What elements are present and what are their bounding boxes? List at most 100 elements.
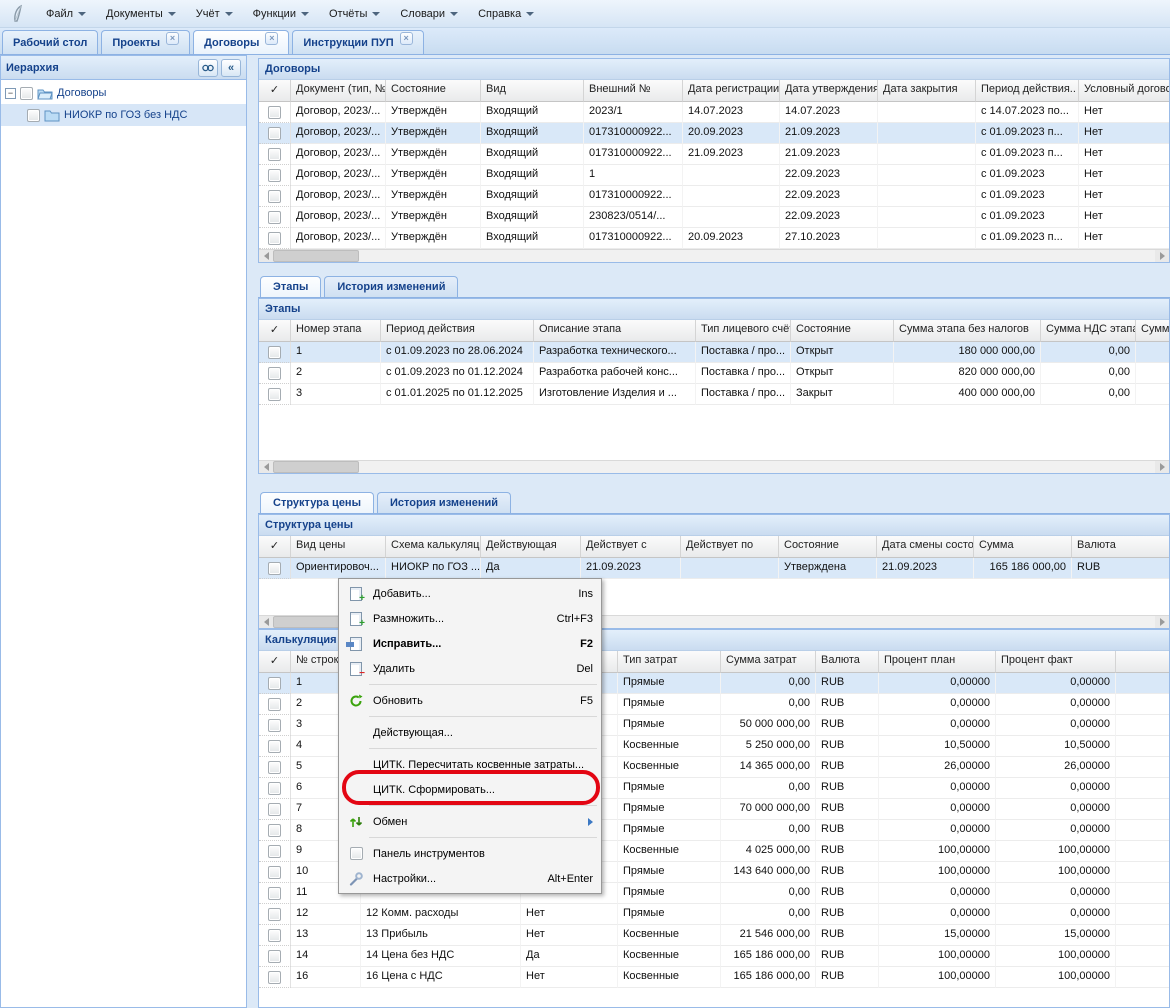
menu-item-citk-recalc[interactable]: ЦИТК. Пересчитать косвенные затраты... — [339, 752, 601, 777]
column-header[interactable]: Действующая — [481, 536, 581, 558]
tab-contracts[interactable]: Договоры× — [193, 30, 289, 54]
scrollbar-thumb[interactable] — [273, 461, 359, 473]
menu-item-refresh[interactable]: Обновить F5 — [339, 688, 601, 713]
column-header[interactable]: Действует по — [681, 536, 779, 558]
menu-accounting[interactable]: Учёт — [186, 4, 243, 24]
column-header[interactable]: Валюта — [816, 651, 879, 673]
row-checkbox[interactable] — [268, 232, 281, 245]
row-checkbox[interactable] — [268, 866, 281, 879]
menu-item-duplicate[interactable]: Размножить... Ctrl+F3 — [339, 606, 601, 631]
column-header[interactable]: Дата смены состоя — [877, 536, 974, 558]
table-row[interactable]: Договор, 2023/...УтверждёнВходящий122.09… — [259, 165, 1169, 186]
select-all-header[interactable]: ✓ — [259, 320, 291, 342]
row-checkbox[interactable] — [268, 908, 281, 921]
menu-item-toolbar[interactable]: Панель инструментов — [339, 841, 601, 866]
row-checkbox[interactable] — [268, 929, 281, 942]
row-checkbox[interactable] — [268, 824, 281, 837]
column-header[interactable]: Тип лицевого счёт — [696, 320, 791, 342]
close-icon[interactable]: × — [265, 32, 278, 45]
tree-checkbox[interactable] — [27, 109, 40, 122]
column-header[interactable]: Состояние — [791, 320, 894, 342]
row-checkbox[interactable] — [268, 845, 281, 858]
column-header[interactable]: Период действия — [381, 320, 534, 342]
table-row[interactable]: 2с 01.09.2023 по 01.12.2024Разработка ра… — [259, 363, 1169, 384]
row-checkbox[interactable] — [268, 388, 281, 401]
column-header[interactable]: Состояние — [779, 536, 877, 558]
column-header[interactable]: Схема калькуляци — [386, 536, 481, 558]
sidebar-splitter[interactable] — [247, 55, 258, 1008]
menu-item-citk-form[interactable]: ЦИТК. Сформировать... — [339, 777, 601, 802]
table-row[interactable]: 1616 Цена с НДСНетКосвенные165 186 000,0… — [259, 967, 1169, 988]
column-header[interactable]: Сумма этапа без налогов — [894, 320, 1041, 342]
close-icon[interactable]: × — [166, 32, 179, 45]
menu-file[interactable]: Файл — [36, 4, 96, 24]
row-checkbox[interactable] — [268, 106, 281, 119]
row-checkbox[interactable] — [268, 346, 281, 359]
table-row[interactable]: Договор, 2023/...УтверждёнВходящий017310… — [259, 228, 1169, 249]
table-row[interactable]: Договор, 2023/...УтверждёнВходящий2023/1… — [259, 102, 1169, 123]
row-checkbox[interactable] — [268, 761, 281, 774]
row-checkbox[interactable] — [268, 740, 281, 753]
table-row[interactable]: Договор, 2023/...УтверждёнВходящий230823… — [259, 207, 1169, 228]
scroll-right-icon[interactable] — [1155, 461, 1169, 473]
menu-reports[interactable]: Отчёты — [319, 4, 390, 24]
tab-desktop[interactable]: Рабочий стол — [2, 30, 98, 54]
column-header[interactable]: Внешний № — [584, 80, 683, 102]
row-checkbox[interactable] — [268, 698, 281, 711]
row-checkbox[interactable] — [268, 190, 281, 203]
row-checkbox[interactable] — [268, 971, 281, 984]
select-all-header[interactable]: ✓ — [259, 536, 291, 558]
menu-item-delete[interactable]: Удалить Del — [339, 656, 601, 681]
menu-functions[interactable]: Функции — [243, 4, 319, 24]
column-header[interactable]: Процент факт — [996, 651, 1116, 673]
select-all-header[interactable]: ✓ — [259, 80, 291, 102]
column-header[interactable]: Вид цены — [291, 536, 386, 558]
scroll-right-icon[interactable] — [1155, 616, 1169, 628]
menu-item-exchange[interactable]: Обмен — [339, 809, 601, 834]
tab-projects[interactable]: Проекты× — [101, 30, 190, 54]
row-checkbox[interactable] — [268, 803, 281, 816]
column-header[interactable]: Дата закрытия — [878, 80, 976, 102]
column-header[interactable]: Сумм — [1136, 320, 1169, 342]
collapse-panel-icon[interactable]: « — [221, 59, 241, 77]
column-header[interactable]: Сумма НДС этапа — [1041, 320, 1136, 342]
row-checkbox[interactable] — [268, 211, 281, 224]
menu-item-settings[interactable]: Настройки... Alt+Enter — [339, 866, 601, 891]
scroll-right-icon[interactable] — [1155, 250, 1169, 262]
table-row[interactable]: 1414 Цена без НДСДаКосвенные165 186 000,… — [259, 946, 1169, 967]
row-checkbox[interactable] — [268, 782, 281, 795]
column-header[interactable]: Дата утверждения — [780, 80, 878, 102]
select-all-header[interactable]: ✓ — [259, 651, 291, 673]
row-checkbox[interactable] — [268, 887, 281, 900]
menu-dictionaries[interactable]: Словари — [390, 4, 468, 24]
column-header[interactable]: Документ (тип, № — [291, 80, 386, 102]
scrollbar-thumb[interactable] — [273, 250, 359, 262]
menu-documents[interactable]: Документы — [96, 4, 186, 24]
column-header[interactable]: Тип затрат — [618, 651, 721, 673]
column-header[interactable]: Дата регистрации. — [683, 80, 780, 102]
tree-node-contracts[interactable]: − Договоры — [1, 82, 246, 104]
scroll-left-icon[interactable] — [259, 616, 273, 628]
menu-item-add[interactable]: Добавить... Ins — [339, 581, 601, 606]
column-header[interactable] — [1116, 651, 1169, 673]
collapse-node-icon[interactable]: − — [5, 88, 16, 99]
stages-hscrollbar[interactable] — [259, 460, 1169, 473]
table-row[interactable]: 1313 ПрибыльНетКосвенные21 546 000,00RUB… — [259, 925, 1169, 946]
table-row[interactable]: 1212 Комм. расходыНетПрямые0,00RUB0,0000… — [259, 904, 1169, 925]
column-header[interactable]: Состояние — [386, 80, 481, 102]
table-row[interactable]: Договор, 2023/...УтверждёнВходящий017310… — [259, 123, 1169, 144]
column-header[interactable]: Сумма — [974, 536, 1072, 558]
table-row[interactable]: Ориентировоч...НИОКР по ГОЗ ...Да21.09.2… — [259, 558, 1169, 579]
column-header[interactable]: Описание этапа — [534, 320, 696, 342]
menu-help[interactable]: Справка — [468, 4, 544, 24]
toolbar-checkbox[interactable] — [345, 847, 367, 860]
row-checkbox[interactable] — [268, 127, 281, 140]
column-header[interactable]: Валюта — [1072, 536, 1169, 558]
tab-stages-history[interactable]: История изменений — [324, 276, 458, 297]
row-checkbox[interactable] — [268, 950, 281, 963]
menu-item-edit[interactable]: Исправить... F2 — [339, 631, 601, 656]
tab-price-structure[interactable]: Структура цены — [260, 492, 374, 513]
column-header[interactable]: Условный догово — [1079, 80, 1169, 102]
table-row[interactable]: 1с 01.09.2023 по 28.06.2024Разработка те… — [259, 342, 1169, 363]
tab-price-history[interactable]: История изменений — [377, 492, 511, 513]
